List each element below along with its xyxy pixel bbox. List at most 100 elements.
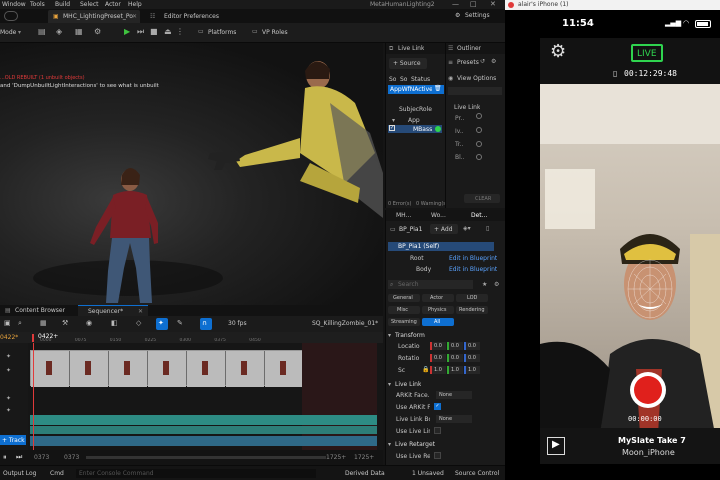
radio-icon[interactable] — [476, 113, 482, 119]
edit-in-blueprint-link-2[interactable]: Edit in Blueprint — [449, 266, 497, 273]
scale-y-field[interactable]: 1.0 — [447, 366, 463, 374]
mode-dropdown[interactable]: Mode — [0, 29, 16, 36]
livelink-body-dropdown[interactable]: None — [436, 415, 472, 423]
vp-roles-dropdown[interactable]: VP Roles — [262, 29, 288, 36]
menu-help[interactable]: Help — [128, 1, 142, 8]
render-icon[interactable]: ▦ — [40, 319, 47, 327]
collapse-arrow-icon[interactable]: ▾ — [388, 381, 391, 388]
details-search-input[interactable]: ⌕ Search — [388, 280, 473, 289]
minimize-icon[interactable]: — — [452, 0, 459, 8]
range-start[interactable]: 0373 — [34, 454, 49, 461]
tab-world[interactable]: Wo... — [431, 212, 446, 219]
add-source-button[interactable]: + Source — [389, 58, 427, 69]
filter-lod[interactable]: LOD — [456, 294, 488, 302]
settings-label[interactable]: Settings — [465, 12, 490, 19]
rotation-y-field[interactable]: 0.0 — [447, 354, 463, 362]
pause-icon[interactable]: ⏸ — [3, 453, 7, 462]
view-start[interactable]: 0373 — [64, 454, 79, 461]
star-icon[interactable]: ★ — [482, 281, 487, 288]
transform-section[interactable]: Transform — [395, 332, 425, 339]
eject-icon[interactable]: ⏏ — [164, 27, 172, 36]
level-viewport[interactable]: ...OLD REBUILT (1 unbuilt objects) and '… — [0, 43, 383, 305]
console-input[interactable]: Enter Console Command — [76, 469, 316, 478]
view-end[interactable]: 1725+ — [326, 454, 346, 461]
filter-streaming[interactable]: Streaming — [388, 318, 420, 326]
use-livelink-checkbox[interactable] — [434, 427, 441, 434]
add-component-button[interactable]: + Add — [430, 224, 458, 234]
menu-build[interactable]: Build — [55, 1, 70, 8]
camera-icon[interactable]: ◧ — [111, 319, 118, 327]
blueprint-options-icon[interactable]: ◈▾ — [463, 225, 471, 232]
range-end[interactable]: 1725+ — [354, 454, 374, 461]
save-icon[interactable]: ▤ — [38, 27, 46, 36]
menu-actor[interactable]: Actor — [105, 1, 121, 8]
collapse-arrow-icon[interactable]: ▾ — [388, 441, 391, 448]
self-component-row[interactable]: BP_Pia1 (Self) — [388, 242, 494, 251]
settings-icon[interactable]: ⚙ — [94, 27, 101, 36]
scale-z-field[interactable]: 1.0 — [464, 366, 480, 374]
blueprint-icon[interactable]: ◈ — [56, 27, 62, 36]
livelink-details-section[interactable]: Live Link — [395, 381, 421, 388]
filter-general[interactable]: General — [388, 294, 420, 302]
gear-icon[interactable]: ⚙ — [550, 41, 566, 62]
fps-dropdown[interactable]: 30 fps — [228, 320, 247, 327]
settings-sliders-icon[interactable]: ⚙ — [491, 58, 496, 65]
live-retarget-section[interactable]: Live Retarget — [395, 441, 435, 448]
skip-end-icon[interactable]: ⏭ — [16, 453, 22, 462]
location-x-field[interactable]: 0.0 — [430, 342, 446, 350]
location-z-field[interactable]: 0.0 — [464, 342, 480, 350]
key-icon[interactable]: ◇ — [136, 319, 141, 327]
playhead-marker[interactable] — [32, 334, 34, 342]
arkit-face-dropdown[interactable]: None — [436, 391, 472, 399]
blue-track[interactable] — [30, 436, 377, 446]
rotation-z-field[interactable]: 0.0 — [464, 354, 480, 362]
radio-icon[interactable] — [476, 127, 482, 133]
find-icon[interactable]: ⌕ — [18, 319, 22, 328]
derived-data-button[interactable]: Derived Data — [345, 470, 385, 477]
menu-tools[interactable]: Tools — [30, 1, 45, 8]
tab-close-icon[interactable]: ✕ — [132, 13, 137, 20]
radio-icon[interactable] — [476, 154, 482, 160]
tab-editor-preferences[interactable]: ☷ Editor Preferences — [150, 10, 230, 23]
livelink-section-header[interactable]: Live Link — [454, 104, 480, 111]
current-frame-left[interactable]: 0422* — [0, 334, 18, 341]
tab-level[interactable]: ▣ MHC_LightingPreset_Po... ✕ — [48, 10, 140, 23]
view-options-dropdown[interactable]: View Options — [457, 75, 496, 82]
location-y-field[interactable]: 0.0 — [447, 342, 463, 350]
cinematics-icon[interactable]: ▦ — [75, 27, 83, 36]
maximize-icon[interactable]: □ — [470, 0, 477, 8]
source-control-button[interactable]: Source Control — [455, 470, 499, 477]
collapse-arrow-icon[interactable]: ▾ — [388, 332, 391, 339]
window-close-icon[interactable] — [508, 2, 514, 8]
more-options-icon[interactable]: ⋮ — [176, 27, 184, 36]
filter-all[interactable]: All — [422, 318, 454, 326]
lock-ratio-icon[interactable]: 🔒 — [422, 366, 429, 373]
live-link-tab[interactable]: ⧉ Live Link — [386, 43, 446, 54]
record-button[interactable] — [630, 372, 666, 408]
live-badge[interactable]: LIVE — [631, 44, 663, 62]
edit-in-blueprint-link-1[interactable]: Edit in Blueprint — [449, 255, 497, 262]
camera-thumbnail-track[interactable] — [30, 350, 303, 387]
radio-icon[interactable] — [476, 141, 482, 147]
stop-icon[interactable]: ■ — [150, 27, 158, 36]
timeline-scrollbar[interactable] — [86, 456, 326, 459]
playback-button[interactable]: ▶ — [547, 437, 565, 455]
source-row-selected[interactable]: AppWfNActive 🗑 — [388, 85, 444, 94]
teal-track-2[interactable] — [30, 426, 377, 434]
save-icon[interactable]: ▣ — [4, 319, 11, 327]
tools-icon[interactable]: ⚒ — [62, 319, 68, 327]
revert-icon[interactable]: ↺ — [480, 58, 485, 65]
unsaved-button[interactable]: 1 Unsaved — [412, 470, 444, 477]
cmd-dropdown[interactable]: Cmd — [50, 470, 64, 477]
settings-icon[interactable]: ⚙ — [494, 281, 499, 288]
add-key-icon[interactable]: ✦ — [6, 367, 11, 374]
auto-key-toggle[interactable]: ✦ — [156, 318, 168, 330]
slate-take[interactable]: MySlate Take 7 — [618, 436, 686, 445]
rotation-x-field[interactable]: 0.0 — [430, 354, 446, 362]
platforms-dropdown[interactable]: Platforms — [208, 29, 236, 36]
clear-log-button[interactable]: CLEAR — [464, 194, 500, 203]
filter-misc[interactable]: Misc — [388, 306, 420, 314]
add-key-icon[interactable]: ✦ — [6, 407, 11, 414]
step-icon[interactable]: ⏭ — [137, 27, 144, 37]
tab-details[interactable]: Det... — [471, 212, 487, 219]
